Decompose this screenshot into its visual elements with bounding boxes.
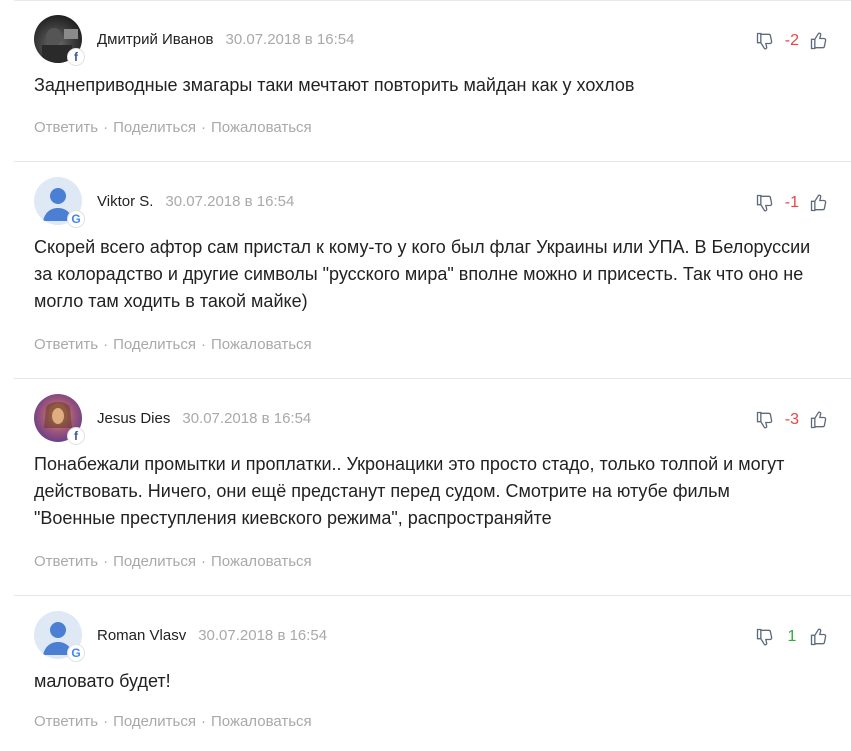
comment-text: маловато будет! <box>34 671 171 691</box>
comment-header: Roman Vlasv 30.07.2018 в 16:54 <box>97 627 327 644</box>
thumbs-down-icon[interactable] <box>753 29 777 53</box>
report-link[interactable]: Пожаловаться <box>211 336 312 353</box>
separator: · <box>103 553 109 570</box>
comment-header: Jesus Dies 30.07.2018 в 16:54 <box>97 410 311 427</box>
comment-item: f Jesus Dies 30.07.2018 в 16:54 -3 Понабе… <box>0 379 851 596</box>
thumbs-down-icon[interactable] <box>753 191 777 215</box>
facebook-icon: f <box>68 428 84 444</box>
avatar[interactable]: G <box>34 611 84 661</box>
separator: · <box>200 336 206 353</box>
comment-text: Заднеприводные змагары таки мечтают повт… <box>34 75 635 95</box>
comment-actions: Ответить · Поделиться · Пожаловаться <box>34 553 312 570</box>
share-link[interactable]: Поделиться <box>113 119 196 136</box>
author-name[interactable]: Jesus Dies <box>97 410 170 427</box>
avatar[interactable]: G <box>34 177 84 227</box>
comment-item: G Roman Vlasv 30.07.2018 в 16:54 1 малова… <box>0 596 851 751</box>
thumbs-down-icon[interactable] <box>753 625 777 649</box>
author-name[interactable]: Дмитрий Иванов <box>97 31 214 48</box>
separator: · <box>103 336 109 353</box>
google-icon: G <box>68 211 84 227</box>
author-name[interactable]: Viktor S. <box>97 193 153 210</box>
comment-header: Viktor S. 30.07.2018 в 16:54 <box>97 193 294 210</box>
vote-score: -2 <box>784 32 799 49</box>
comment-text: Скорей всего афтор сам пристал к кому-то… <box>34 237 811 311</box>
thumbs-up-icon[interactable] <box>807 191 831 215</box>
separator: · <box>200 119 206 136</box>
report-link[interactable]: Пожаловаться <box>211 119 312 136</box>
reply-link[interactable]: Ответить <box>34 336 98 353</box>
avatar[interactable]: f <box>34 15 84 65</box>
reply-link[interactable]: Ответить <box>34 713 98 730</box>
vote-controls: -3 <box>753 407 831 433</box>
author-name[interactable]: Roman Vlasv <box>97 627 186 644</box>
vote-score: -3 <box>784 411 799 428</box>
thumbs-up-icon[interactable] <box>807 408 831 432</box>
comment-actions: Ответить · Поделиться · Пожаловаться <box>34 336 312 353</box>
reply-link[interactable]: Ответить <box>34 119 98 136</box>
vote-score: 1 <box>787 628 797 645</box>
report-link[interactable]: Пожаловаться <box>211 553 312 570</box>
comment-actions: Ответить · Поделиться · Пожаловаться <box>34 119 312 136</box>
comment-actions: Ответить · Поделиться · Пожаловаться <box>34 713 312 730</box>
separator: · <box>103 713 109 730</box>
comment-date: 30.07.2018 в 16:54 <box>182 410 312 427</box>
share-link[interactable]: Поделиться <box>113 336 196 353</box>
separator: · <box>200 713 206 730</box>
google-icon: G <box>68 645 84 661</box>
vote-controls: 1 <box>753 624 831 650</box>
comment-text: Понабежали промытки и проплатки.. Укрона… <box>34 454 785 528</box>
reply-link[interactable]: Ответить <box>34 553 98 570</box>
vote-score: -1 <box>784 194 799 211</box>
share-link[interactable]: Поделиться <box>113 553 196 570</box>
vote-controls: -1 <box>753 190 831 216</box>
comment-date: 30.07.2018 в 16:54 <box>165 193 295 210</box>
separator: · <box>103 119 109 136</box>
report-link[interactable]: Пожаловаться <box>211 713 312 730</box>
comment-date: 30.07.2018 в 16:54 <box>198 627 328 644</box>
avatar[interactable]: f <box>34 394 84 444</box>
separator: · <box>200 553 206 570</box>
comment-item: G Viktor S. 30.07.2018 в 16:54 -1 Скорей … <box>0 162 851 379</box>
comment-date: 30.07.2018 в 16:54 <box>225 31 355 48</box>
comment-item: f Дмитрий Иванов 30.07.2018 в 16:54 -2 За… <box>0 0 851 162</box>
share-link[interactable]: Поделиться <box>113 713 196 730</box>
thumbs-down-icon[interactable] <box>753 408 777 432</box>
comment-header: Дмитрий Иванов 30.07.2018 в 16:54 <box>97 31 354 48</box>
thumbs-up-icon[interactable] <box>807 625 831 649</box>
thumbs-up-icon[interactable] <box>807 29 831 53</box>
facebook-icon: f <box>68 49 84 65</box>
vote-controls: -2 <box>753 28 831 54</box>
